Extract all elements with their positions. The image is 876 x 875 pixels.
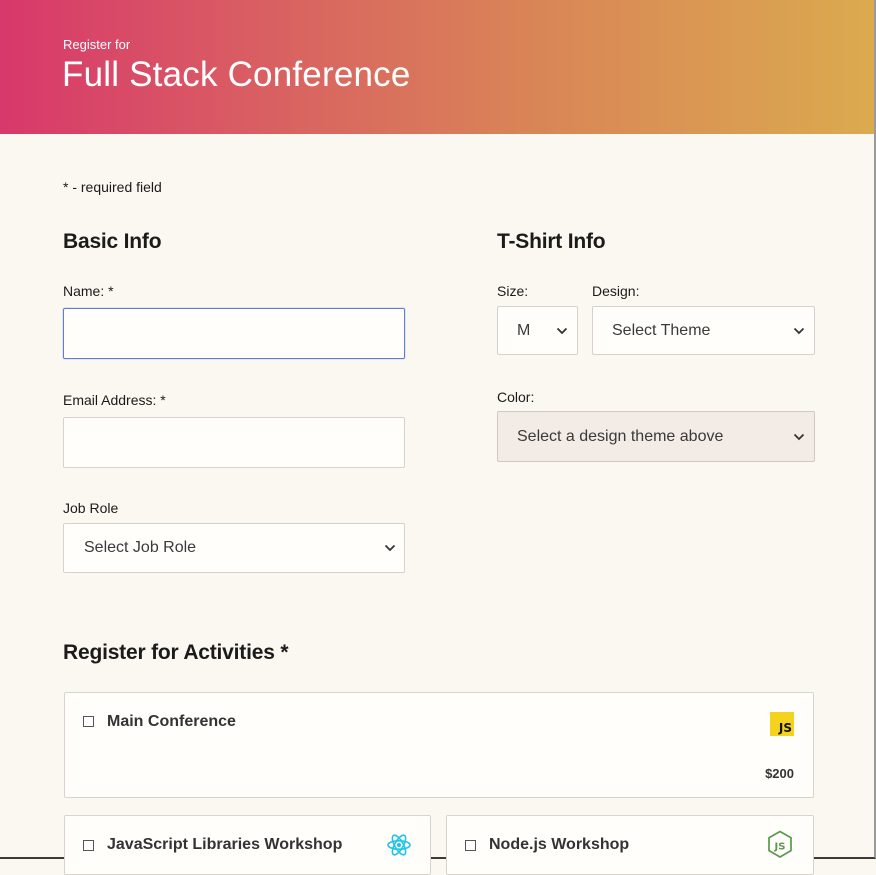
required-field-note: * - required field <box>63 179 162 195</box>
color-select[interactable]: Select a design theme above <box>497 411 815 462</box>
name-label: Name: * <box>63 283 114 299</box>
job-role-label: Job Role <box>63 500 119 516</box>
name-input[interactable] <box>63 308 405 359</box>
basic-info-heading: Basic Info <box>63 230 162 253</box>
page-title: Full Stack Conference <box>62 55 411 94</box>
activity-name: Main Conference <box>107 713 236 730</box>
job-role-value: Select Job Role <box>84 539 197 556</box>
job-role-select[interactable]: Select Job Role <box>63 523 405 573</box>
activity-name: JavaScript Libraries Workshop <box>107 836 343 853</box>
page-header: Register for Full Stack Conference <box>0 0 874 134</box>
color-value: Select a design theme above <box>517 427 724 445</box>
size-label: Size: <box>497 283 529 299</box>
chevron-down-icon <box>384 544 396 552</box>
react-icon <box>387 834 411 856</box>
design-label: Design: <box>592 283 640 299</box>
activity-card-nodejs[interactable]: Node.js Workshop JS <box>446 815 814 875</box>
color-label: Color: <box>497 389 535 405</box>
chevron-down-icon <box>556 327 568 334</box>
main-conference-checkbox[interactable] <box>83 716 94 727</box>
size-value: M <box>517 321 531 339</box>
activity-card-main-conference[interactable]: Main Conference JS $200 <box>64 692 814 798</box>
activity-card-javascript-libraries[interactable]: JavaScript Libraries Workshop <box>64 815 431 875</box>
svg-text:JS: JS <box>774 842 786 853</box>
header-subtitle: Register for <box>63 37 131 52</box>
activities-heading: Register for Activities * <box>63 641 289 664</box>
design-value: Select Theme <box>612 321 711 339</box>
javascript-icon: JS <box>770 712 794 736</box>
tshirt-info-heading: T-Shirt Info <box>497 230 606 253</box>
nodejs-checkbox[interactable] <box>465 840 476 851</box>
email-label: Email Address: * <box>63 392 166 408</box>
email-input[interactable] <box>63 417 405 468</box>
chevron-down-icon <box>793 327 805 334</box>
size-select[interactable]: M <box>497 306 578 355</box>
nodejs-icon: JS <box>768 830 792 858</box>
activity-name: Node.js Workshop <box>489 836 630 853</box>
chevron-down-icon <box>793 433 805 440</box>
activity-price: $200 <box>765 766 794 781</box>
design-select[interactable]: Select Theme <box>592 306 815 355</box>
js-libraries-checkbox[interactable] <box>83 840 94 851</box>
